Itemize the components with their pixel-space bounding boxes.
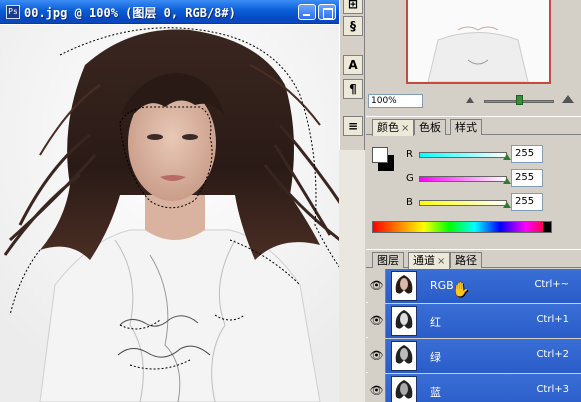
g-value-field[interactable]: 255	[511, 169, 543, 187]
color-spectrum-ramp[interactable]	[372, 221, 552, 233]
tool-strip-blank	[339, 150, 365, 402]
tab-label: 样式	[455, 121, 477, 134]
channels-panel-tabs: 图层 通道 × 路径	[366, 250, 581, 269]
layer-comps-icon[interactable]: ≡	[343, 116, 363, 136]
tab-label: 色板	[419, 121, 441, 134]
tool-preset-icon[interactable]: ⊞	[343, 0, 363, 14]
document-window[interactable]: Ps 00.jpg @ 100% (图层 0, RGB/8#)	[0, 0, 351, 402]
eye-icon[interactable]: 👁	[368, 269, 386, 303]
channel-row-content[interactable]: 红 Ctrl+1	[386, 304, 581, 338]
eye-icon[interactable]: 👁	[368, 304, 386, 338]
tab-swatches[interactable]: 色板	[414, 119, 446, 135]
zoom-input[interactable]: 100%	[368, 94, 423, 108]
channel-name: 绿	[430, 351, 441, 364]
color-panel-tabs: 颜色 × 色板 样式	[366, 117, 581, 136]
channel-name: 红	[430, 316, 441, 329]
channel-row-green[interactable]: 👁 绿 Ctrl+2	[366, 339, 581, 373]
b-value-field[interactable]: 255	[511, 193, 543, 211]
g-slider[interactable]	[419, 176, 507, 182]
portrait-image	[0, 25, 351, 402]
channel-shortcut: Ctrl+3	[536, 384, 569, 395]
g-slider-thumb[interactable]	[503, 178, 511, 184]
tool-strip: ⊞ § A ¶ ≡	[339, 0, 365, 150]
tab-color[interactable]: 颜色 ×	[372, 119, 415, 136]
clone-stamp-icon[interactable]: §	[343, 16, 363, 36]
navigator-preview-image	[408, 0, 549, 82]
tab-label: 颜色	[377, 121, 399, 134]
channel-label-r: R	[406, 149, 413, 160]
channel-label-g: G	[406, 173, 414, 184]
tab-styles[interactable]: 样式	[450, 119, 482, 135]
zoom-slider-thumb[interactable]	[516, 95, 523, 105]
channel-row-content[interactable]: 蓝 Ctrl+3	[386, 374, 581, 402]
eye-icon[interactable]: 👁	[368, 374, 386, 402]
minimize-button[interactable]	[298, 4, 316, 20]
channel-row-rgb[interactable]: 👁 RGB Ctrl+~	[366, 269, 581, 303]
r-value-field[interactable]: 255	[511, 145, 543, 163]
channel-name: RGB	[430, 279, 454, 292]
r-slider[interactable]	[419, 152, 507, 158]
r-slider-thumb[interactable]	[503, 154, 511, 160]
navigator-panel: 100%	[366, 0, 581, 112]
tab-label: 图层	[377, 254, 399, 267]
maximize-button[interactable]	[318, 4, 336, 20]
channel-thumbnail	[391, 271, 417, 301]
image-canvas[interactable]	[0, 25, 351, 402]
channel-shortcut: Ctrl+1	[536, 314, 569, 325]
paragraph-panel-icon[interactable]: ¶	[343, 79, 363, 99]
channel-thumbnail	[391, 306, 417, 336]
tab-label: 通道	[413, 254, 435, 267]
channel-shortcut: Ctrl+2	[536, 349, 569, 360]
channel-thumbnail	[391, 341, 417, 371]
tab-label: 路径	[455, 254, 477, 267]
close-icon[interactable]: ×	[437, 256, 445, 267]
channel-row-red[interactable]: 👁 红 Ctrl+1	[366, 304, 581, 338]
channel-row-content[interactable]: RGB Ctrl+~	[386, 269, 581, 303]
channel-shortcut: Ctrl+~	[534, 279, 569, 290]
right-panel-dock: 100% 颜色 × 色板 样式 R 255 G 255 B 255 图层 通道 …	[366, 0, 581, 402]
channel-row-content[interactable]: 绿 Ctrl+2	[386, 339, 581, 373]
color-panel: 颜色 × 色板 样式 R 255 G 255 B 255	[366, 116, 581, 240]
document-title: 00.jpg @ 100% (图层 0, RGB/8#)	[24, 6, 236, 20]
character-panel-icon[interactable]: A	[343, 55, 363, 75]
channel-name: 蓝	[430, 386, 441, 399]
zoom-in-icon[interactable]	[562, 95, 574, 103]
photoshop-doc-icon: Ps	[6, 5, 20, 19]
eye-icon[interactable]: 👁	[368, 339, 386, 373]
channel-thumbnail	[391, 376, 417, 402]
close-icon[interactable]: ×	[401, 123, 409, 134]
channel-row-blue[interactable]: 👁 蓝 Ctrl+3	[366, 374, 581, 402]
document-title-bar[interactable]: Ps 00.jpg @ 100% (图层 0, RGB/8#)	[0, 0, 351, 24]
b-slider[interactable]	[419, 200, 507, 206]
b-slider-thumb[interactable]	[503, 202, 511, 208]
hand-cursor-icon: ✋	[452, 282, 470, 298]
channels-panel: 图层 通道 × 路径 👁 RGB Ctrl+~ 👁 红 Ctrl+1 👁 绿 C…	[366, 249, 581, 402]
channel-label-b: B	[406, 197, 413, 208]
navigator-thumbnail[interactable]	[406, 0, 551, 84]
foreground-color-swatch[interactable]	[372, 147, 388, 163]
tab-layers[interactable]: 图层	[372, 252, 404, 268]
tab-channels[interactable]: 通道 ×	[408, 252, 451, 269]
tab-paths[interactable]: 路径	[450, 252, 482, 268]
zoom-out-icon[interactable]	[466, 97, 474, 103]
